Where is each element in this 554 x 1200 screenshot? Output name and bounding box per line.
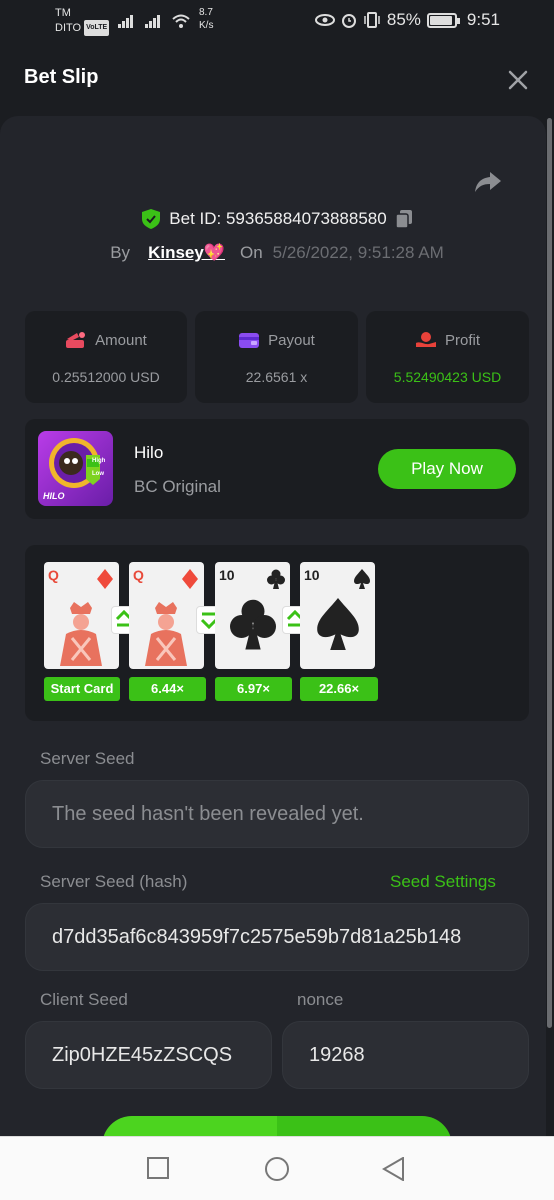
amount-icon (66, 332, 86, 348)
profit-value: 5.52490423 USD (393, 369, 502, 385)
bet-id: Bet ID: 59365884073888580 (169, 209, 387, 228)
server-hash-field[interactable]: d7dd35af6c843959f7c2575e59b7d81a25b148 (25, 903, 529, 971)
alarm-icon (341, 14, 356, 28)
battery-icon (426, 12, 460, 28)
clock: 9:51 (466, 10, 500, 29)
signal-icons (118, 12, 190, 28)
hilo-logo[interactable]: High Low HILO (38, 431, 113, 506)
card-rank: Q (133, 567, 144, 583)
circle-icon (265, 1157, 289, 1181)
game-subtitle: BC Original (134, 477, 221, 496)
card-rank: Q (48, 567, 59, 583)
page-title: Bet Slip (24, 66, 99, 88)
profit-icon (415, 332, 436, 347)
amount-value: 0.25512000 USD (52, 369, 160, 385)
wifi-icon (172, 14, 190, 28)
profit-label: Profit (444, 331, 480, 349)
diamond-suit-icon (182, 569, 198, 589)
card-rank: 10 (219, 567, 235, 583)
server-seed-field[interactable]: The seed hasn't been revealed yet. (25, 780, 529, 848)
share-icon (475, 172, 501, 192)
triangle-back-icon (382, 1156, 404, 1182)
card-queen-diamonds: Q (129, 562, 204, 669)
nonce-field[interactable]: 19268 (282, 1021, 529, 1089)
card-rank: 10 (304, 567, 320, 583)
vibrate-icon (364, 12, 380, 28)
card-queen-diamonds: Q (44, 562, 119, 669)
status-right: 85% 9:51 (314, 10, 500, 30)
home-button[interactable] (264, 1157, 290, 1188)
club-large-icon (230, 599, 276, 650)
multiplier-badge: 22.66× (300, 677, 378, 701)
game-row: High Low HILO Hilo BC Original Play Now (25, 419, 529, 519)
network-speed: 8.7 K/s (199, 6, 213, 32)
bet-date: 5/26/2022, 9:51:28 AM (272, 243, 444, 262)
multiplier-badge: Start Card (44, 677, 120, 701)
back-button[interactable] (382, 1156, 406, 1186)
spade-large-icon (317, 598, 359, 650)
recent-apps-button[interactable] (147, 1157, 169, 1184)
status-bar: TM DITO VoLTE 8.7 K/s 85% 9:51 (0, 0, 554, 42)
username-link[interactable]: Kinsey💖 (148, 243, 225, 263)
multiplier-badge: 6.44× (129, 677, 206, 701)
server-hash-label: Server Seed (hash) (40, 872, 188, 891)
carrier-name-1: TM (55, 7, 71, 19)
by-label: By (110, 243, 131, 262)
payout-card: Payout 22.6561 x (195, 311, 358, 403)
battery-percent: 85% (386, 10, 421, 29)
shield-check-icon (142, 209, 161, 229)
diamond-suit-icon (97, 569, 113, 589)
spade-suit-icon (354, 569, 370, 589)
volte-badge: VoLTE (84, 20, 110, 36)
header: Bet Slip (0, 42, 554, 116)
amount-card: Amount 0.25512000 USD (25, 311, 187, 403)
play-now-button[interactable]: Play Now (378, 449, 516, 489)
system-nav-bar (0, 1136, 554, 1200)
signal-icon (145, 12, 160, 28)
speed-value: 8.7 (199, 7, 213, 18)
close-icon (508, 70, 528, 90)
card-ten-spades: 10 (300, 562, 375, 669)
square-icon (147, 1157, 169, 1179)
signal-icon (118, 12, 133, 28)
eye-icon (314, 14, 335, 26)
card-ten-clubs: 10 (215, 562, 290, 669)
client-seed-label: Client Seed (40, 990, 128, 1009)
bet-byline: By Kinsey💖 On 5/26/2022, 9:51:28 AM (0, 243, 554, 263)
server-seed-label: Server Seed (40, 749, 135, 768)
carrier-name-2: DITO (55, 22, 82, 34)
payout-value: 22.6561 x (245, 369, 308, 385)
bet-id-row: Bet ID: 59365884073888580 (0, 208, 554, 230)
club-suit-icon (267, 569, 285, 589)
queen-figure-icon (60, 602, 102, 666)
logo-high-text: High (92, 458, 106, 464)
seed-settings-link[interactable]: Seed Settings (390, 872, 496, 892)
queen-figure-icon (145, 602, 187, 666)
payout-label: Payout (268, 331, 315, 349)
share-button[interactable] (474, 170, 504, 196)
cards-history: Q Q 10 10 Start Card 6.44× 6.97× 22.66× (25, 545, 529, 721)
amount-label: Amount (95, 331, 147, 349)
multiplier-badge: 6.97× (215, 677, 292, 701)
copy-icon[interactable] (394, 209, 413, 229)
close-button[interactable] (508, 64, 528, 95)
game-name[interactable]: Hilo (134, 443, 163, 463)
logo-text: HILO (43, 491, 65, 501)
wallet-icon (239, 333, 260, 348)
on-label: On (239, 243, 263, 262)
carrier-info: TM DITO VoLTE (55, 6, 110, 36)
nonce-label: nonce (297, 990, 344, 1009)
profit-card: Profit 5.52490423 USD (366, 311, 529, 403)
client-seed-field[interactable]: Zip0HZE45zZSCQS (25, 1021, 272, 1089)
speed-unit: K/s (199, 20, 214, 31)
logo-low-text: Low (92, 471, 104, 477)
